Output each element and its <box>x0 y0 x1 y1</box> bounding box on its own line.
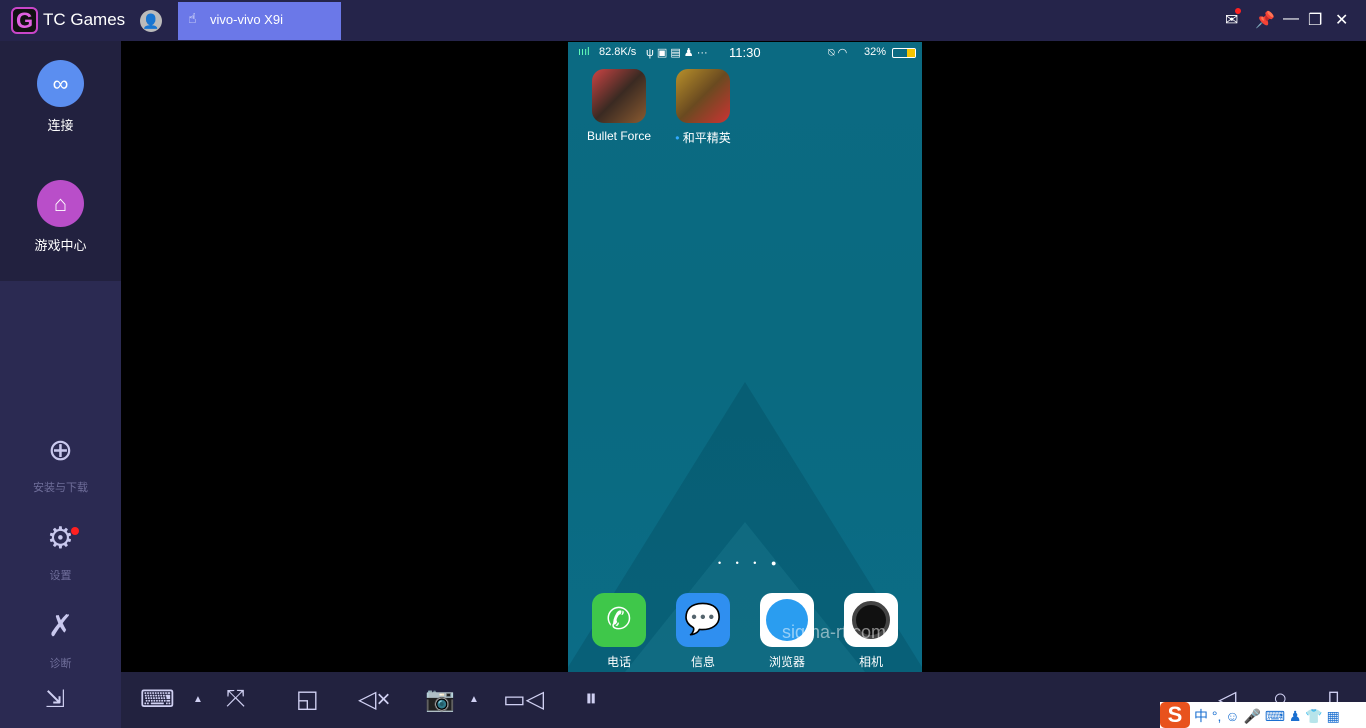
user-icon[interactable]: 👤 <box>140 10 162 32</box>
record-icon[interactable]: ▭◁ <box>503 685 544 714</box>
sidebar-item-connect[interactable]: ∞ 连接 <box>0 60 121 134</box>
app-label: 相机 <box>858 655 883 669</box>
sidebar-item-label: 诊断 <box>49 658 72 670</box>
page-indicator: • • • ● <box>718 558 783 568</box>
close-icon[interactable]: ✕ <box>1335 10 1348 30</box>
ime-tray[interactable]: S 中 °, ☺ 🎤 ⌨ ♟ 👕 ▦ <box>1160 702 1366 728</box>
sidebar-item-diagnose[interactable]: ✗ 诊断 <box>0 609 121 671</box>
app-label: 信息 <box>690 655 715 669</box>
dock-messages[interactable]: 💬 信息 <box>663 593 743 670</box>
sidebar-item-label: 安装与下载 <box>33 482 88 494</box>
app-icon <box>676 69 730 123</box>
message-icon: 💬 <box>676 593 730 647</box>
fullscreen-icon[interactable]: ⤧ <box>226 685 245 713</box>
ime-punct[interactable]: °, <box>1212 708 1222 724</box>
link-icon: ∞ <box>37 60 84 107</box>
minimize-icon[interactable]: — <box>1283 10 1299 28</box>
gear-icon: ⚙ <box>0 521 121 557</box>
sidebar-item-label: 设置 <box>49 570 72 582</box>
tools-icon: ✗ <box>47 610 74 643</box>
sidebar-item-label: 游戏中心 <box>34 238 87 253</box>
camera-icon[interactable]: 📷 <box>425 685 455 714</box>
status-bar: ıııl 82.8K/s ψ ▣ ▤ ♟ ··· 11:30 ⍉ ◠ 32% <box>568 45 922 62</box>
device-tab-label: vivo-vivo X9i <box>210 12 283 27</box>
restore-icon[interactable]: ❐ <box>1308 10 1322 30</box>
phone-icon: ✆ <box>592 593 646 647</box>
notification-badge <box>71 527 79 535</box>
app-peace-elite[interactable]: • 和平精英 <box>663 69 743 146</box>
battery-icon <box>892 48 916 58</box>
mute-icon[interactable]: ◁× <box>358 685 390 714</box>
device-tab[interactable]: ☝ vivo-vivo X9i <box>178 2 341 40</box>
home-icon: ⌂ <box>37 180 84 227</box>
phone-screen[interactable]: ıııl 82.8K/s ψ ▣ ▤ ♟ ··· 11:30 ⍉ ◠ 32% B… <box>568 42 922 672</box>
ime-logo: S <box>1160 702 1190 728</box>
keyboard-icon[interactable]: ⌨ <box>140 685 175 714</box>
sidebar-item-game-center[interactable]: ⌂ 游戏中心 <box>0 180 121 254</box>
clock: 11:30 <box>729 45 761 60</box>
collapse-icon[interactable]: ⇲ <box>45 685 65 714</box>
caret-up-icon[interactable]: ▲ <box>469 694 479 705</box>
window-icon[interactable]: ◱ <box>296 685 319 714</box>
sidebar-item-install[interactable]: ⊕ 安装与下载 <box>0 433 121 495</box>
ime-icons[interactable]: ☺ 🎤 ⌨ ♟ 👕 ▦ <box>1225 708 1340 724</box>
title-bar: G TC Games 👤 ☝ vivo-vivo X9i ✉ 📌 — ❐ ✕ <box>0 0 1366 41</box>
app-bullet-force[interactable]: Bullet Force <box>579 69 659 143</box>
sidebar: ∞ 连接 ⌂ 游戏中心 ⊕ 安装与下载 ⚙ 设置 ✗ 诊断 <box>0 41 121 672</box>
app-icon <box>592 69 646 123</box>
dock-phone[interactable]: ✆ 电话 <box>579 593 659 670</box>
app-label: Bullet Force <box>586 129 652 143</box>
app-logo: G <box>11 7 38 34</box>
watermark: sigma-rt.com <box>782 622 887 642</box>
pause-icon[interactable]: ⏸ <box>585 685 597 713</box>
caret-up-icon[interactable]: ▲ <box>193 694 203 705</box>
sidebar-item-label: 连接 <box>47 118 74 133</box>
mail-icon[interactable]: ✉ <box>1225 8 1242 30</box>
net-speed: 82.8K/s <box>599 46 637 58</box>
ime-lang[interactable]: 中 <box>1194 708 1208 724</box>
app-label: 电话 <box>606 655 631 669</box>
battery-percent: 32% <box>864 46 887 58</box>
app-label: 和平精英 <box>682 131 731 145</box>
sidebar-item-settings[interactable]: ⚙ 设置 <box>0 521 121 583</box>
download-icon: ⊕ <box>47 434 74 467</box>
app-label: 浏览器 <box>768 655 805 669</box>
pin-icon[interactable]: 📌 <box>1255 10 1275 30</box>
app-name: TC Games <box>43 10 126 29</box>
touch-icon: ☝ <box>188 10 197 26</box>
